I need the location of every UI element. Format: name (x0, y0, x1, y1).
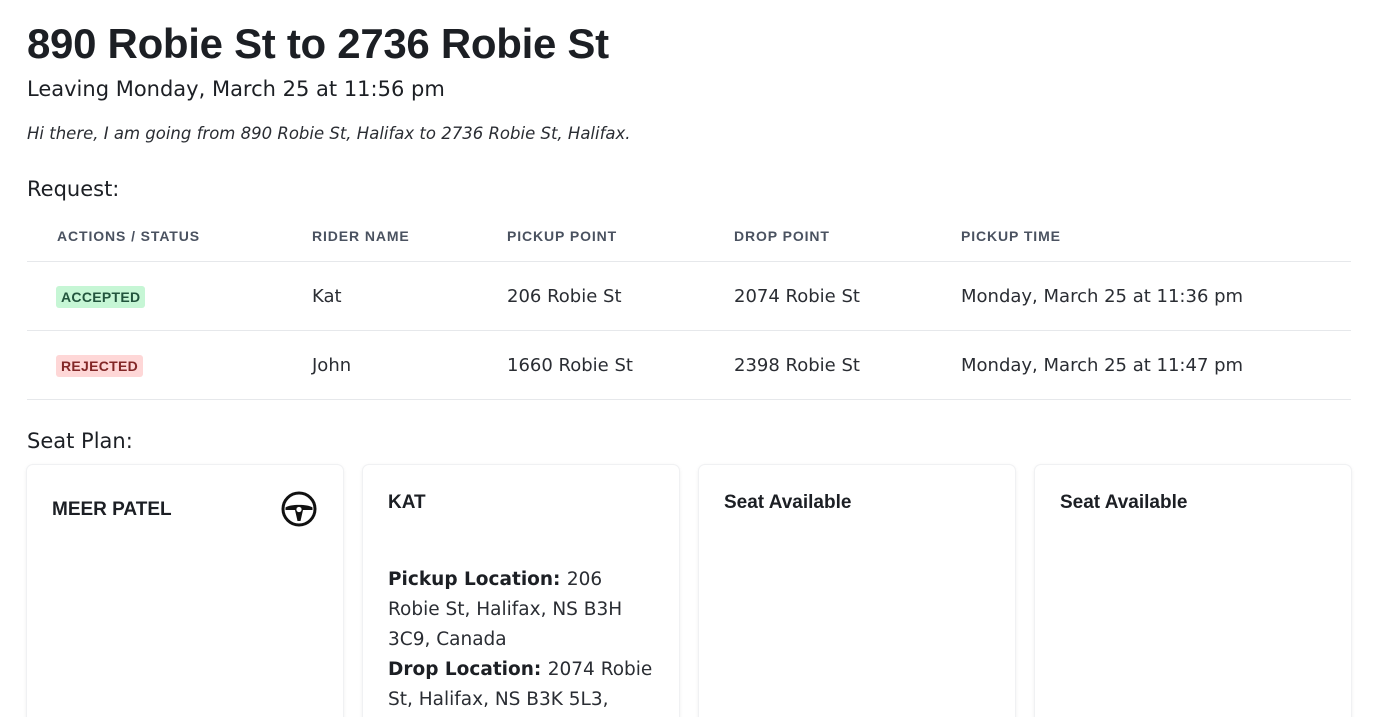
pickup-point: 1660 Robie St (507, 355, 633, 376)
column-header-status: Actions / Status (57, 228, 200, 244)
status-badge-rejected: Rejected (56, 355, 144, 377)
steering-wheel-icon (281, 491, 317, 527)
status-badge-accepted: Accepted (56, 286, 146, 308)
page-title: 890 Robie St to 2736 Robie St (27, 20, 609, 67)
drop-location-label: Drop Location: (388, 659, 548, 680)
requests-table: Actions / Status Rider Name Pickup Point… (27, 212, 1351, 400)
seat-plan-heading: Seat Plan: (27, 429, 133, 453)
rider-name: Kat (312, 286, 342, 307)
seat-card-driver: MEER PATEL (27, 465, 343, 717)
seat-card-passenger: KAT Pickup Location: 206 Robie St, Halif… (363, 465, 679, 717)
pickup-time: Monday, March 25 at 11:36 pm (961, 286, 1244, 307)
rider-name: John (312, 355, 352, 376)
seat-details: Pickup Location: 206 Robie St, Halifax, … (388, 565, 658, 715)
table-row: Rejected John 1660 Robie St 2398 Robie S… (27, 331, 1351, 400)
seat-plan: MEER PATEL KAT Pickup Location: 206 Robi… (27, 465, 1351, 717)
departure-time: Leaving Monday, March 25 at 11:56 pm (27, 77, 445, 101)
request-heading: Request: (27, 177, 120, 201)
pickup-time: Monday, March 25 at 11:47 pm (961, 355, 1244, 376)
drop-point: 2074 Robie St (734, 286, 860, 307)
seat-occupant-name: MEER PATEL (52, 499, 172, 520)
ride-detail-page: 890 Robie St to 2736 Robie St Leaving Mo… (0, 0, 1385, 717)
seat-card-available: Seat Available (1035, 465, 1351, 717)
pickup-location-label: Pickup Location: (388, 569, 567, 590)
seat-card-available: Seat Available (699, 465, 1015, 717)
seat-available-label: Seat Available (1060, 492, 1188, 513)
seat-available-label: Seat Available (724, 492, 852, 513)
column-header-rider: Rider Name (312, 228, 410, 244)
drop-point: 2398 Robie St (734, 355, 860, 376)
column-header-time: Pickup Time (961, 228, 1061, 244)
column-header-pickup: Pickup Point (507, 228, 618, 244)
seat-occupant-name: KAT (388, 492, 426, 513)
table-header: Actions / Status Rider Name Pickup Point… (27, 212, 1351, 262)
table-row: Accepted Kat 206 Robie St 2074 Robie St … (27, 262, 1351, 331)
trip-description: Hi there, I am going from 890 Robie St, … (27, 124, 631, 143)
column-header-drop: Drop Point (734, 228, 830, 244)
pickup-point: 206 Robie St (507, 286, 622, 307)
